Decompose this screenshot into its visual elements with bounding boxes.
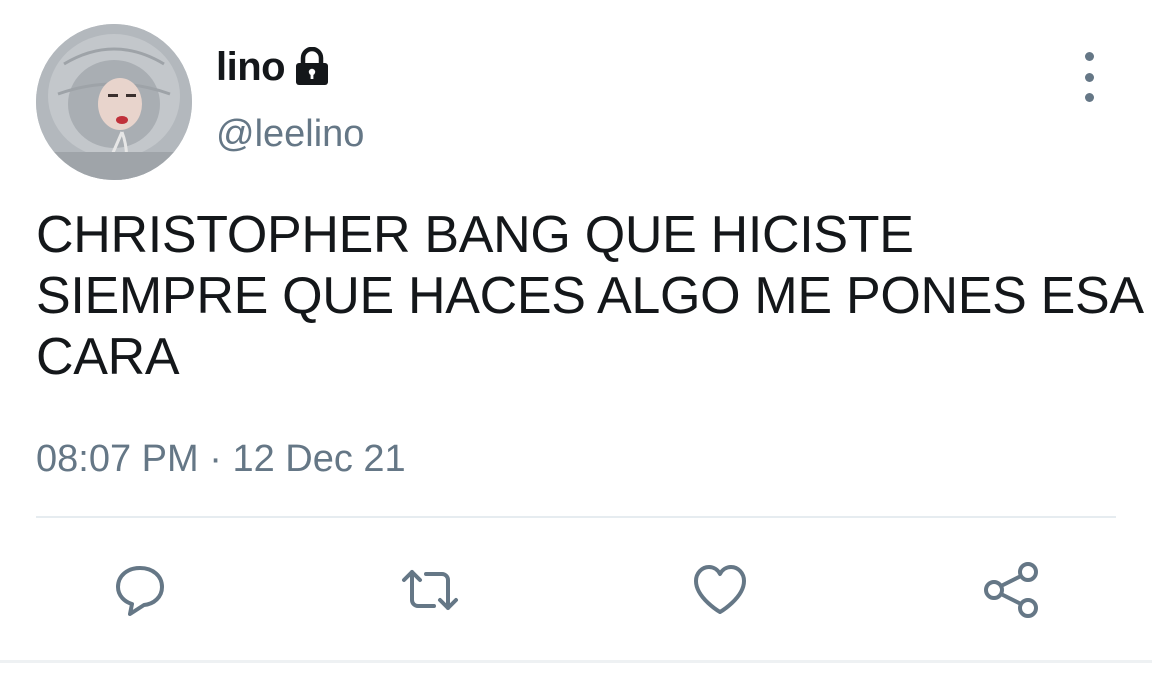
more-dot-icon bbox=[1084, 93, 1094, 102]
display-name-text: lino bbox=[216, 45, 286, 89]
avatar-image bbox=[36, 24, 192, 180]
tweet-text: CHRISTOPHER BANG QUE HICISTE SIEMPRE QUE… bbox=[36, 205, 1144, 388]
divider bbox=[36, 516, 1116, 518]
retweet-icon bbox=[402, 570, 458, 610]
avatar[interactable] bbox=[36, 24, 192, 180]
retweet-button[interactable] bbox=[398, 560, 458, 620]
more-options-button[interactable] bbox=[1072, 52, 1106, 102]
tweet-time: 08:07 PM bbox=[36, 438, 199, 480]
tweet-date: 12 Dec 21 bbox=[232, 438, 406, 480]
timestamp-separator: · bbox=[209, 438, 222, 480]
reply-icon bbox=[116, 566, 164, 616]
like-button[interactable] bbox=[690, 560, 750, 620]
more-dot-icon bbox=[1084, 52, 1094, 61]
tweet-timestamp[interactable]: 08:07 PM · 12 Dec 21 bbox=[36, 436, 406, 482]
tweet-text-line: CHRISTOPHER BANG QUE HICISTE bbox=[36, 206, 914, 264]
reply-button[interactable] bbox=[110, 560, 170, 620]
tweet-text-line: CARA bbox=[36, 328, 180, 386]
lock-icon bbox=[293, 46, 331, 87]
bottom-divider bbox=[0, 660, 1152, 663]
tweet-text-line: SIEMPRE QUE HACES ALGO ME PONES ESA bbox=[36, 267, 1144, 325]
share-icon bbox=[984, 562, 1038, 618]
user-handle[interactable]: @leelino bbox=[216, 112, 364, 156]
heart-icon bbox=[694, 565, 746, 614]
display-name[interactable]: lino bbox=[216, 44, 331, 90]
more-dot-icon bbox=[1084, 72, 1094, 82]
share-button[interactable] bbox=[980, 560, 1040, 620]
